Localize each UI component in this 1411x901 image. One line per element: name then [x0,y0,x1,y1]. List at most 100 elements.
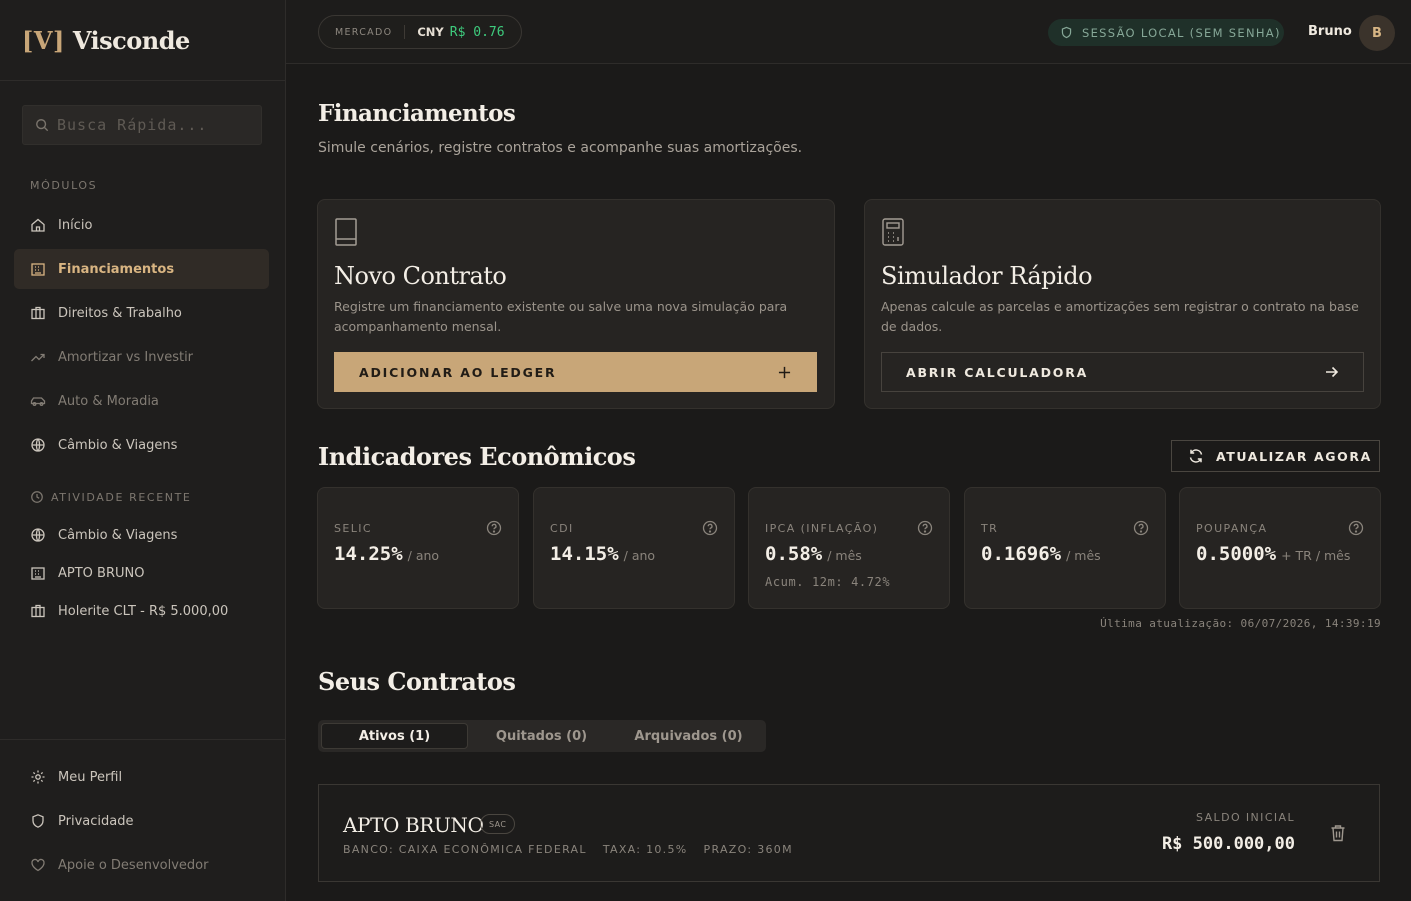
contracts-tabs: Ativos (1) Quitados (0) Arquivados (0) [318,720,766,752]
quick-simulator-desc: Apenas calcule as parcelas e amortizaçõe… [881,299,1359,334]
brand[interactable]: [V] Visconde [0,0,285,81]
sidebar-item-label: Amortizar vs Investir [58,349,194,365]
sidebar-item-perfil[interactable]: Meu Perfil [14,757,269,797]
bank-icon [30,261,46,277]
indicator-extra: Acum. 12m: 4.72% [765,575,891,589]
add-to-ledger-label: ADICIONAR AO LEDGER [359,364,557,380]
tab-ativos[interactable]: Ativos (1) [321,723,468,749]
indicator-card-poupanca: POUPANÇA 0.5000% + TR / mês [1179,487,1381,609]
refresh-now-button[interactable]: ATUALIZAR AGORA [1171,440,1380,472]
search-input[interactable] [57,116,247,134]
help-icon[interactable] [702,520,718,536]
market-ticker: MERCADO CNY R$ 0.76 [318,15,522,49]
arrow-right-icon [1325,366,1339,378]
recent-item-holerite[interactable]: Holerite CLT - R$ 5.000,00 [14,591,269,631]
shield-icon [1060,26,1073,39]
recent-item-cambio[interactable]: Câmbio & Viagens [14,515,269,555]
recent-activity-text: ATIVIDADE RECENTE [51,490,192,504]
market-label: MERCADO [335,26,393,38]
shield-icon [30,813,46,829]
topbar: MERCADO CNY R$ 0.76 SESSÃO LOCAL (SEM SE… [286,0,1411,64]
contracts-title: Seus Contratos [318,667,516,696]
recent-item-apto[interactable]: APTO BRUNO [14,553,269,593]
sidebar-item-label: Financiamentos [58,261,175,277]
help-icon[interactable] [917,520,933,536]
indicator-card-tr: TR 0.1696% / mês [964,487,1166,609]
sidebar-item-cambio[interactable]: Câmbio & Viagens [14,425,269,465]
indicator-unit: / mês [1066,548,1101,563]
sidebar-item-label: Auto & Moradia [58,393,159,409]
new-contract-card: Novo Contrato Registre um financiamento … [317,199,835,409]
recent-activity-label: ATIVIDADE RECENTE [30,490,191,504]
market-rate: R$ 0.76 [449,24,505,40]
recent-item-label: APTO BRUNO [58,565,145,581]
heart-icon [30,857,46,873]
balance-value: R$ 500.000,00 [1161,834,1295,854]
contract-meta: BANCO: CAIXA ECONÔMICA FEDERAL TAXA: 10.… [343,843,793,856]
balance-label: SALDO INICIAL [1196,811,1295,824]
sidebar-item-amortizar[interactable]: Amortizar vs Investir [14,337,269,377]
trash-icon[interactable] [1330,824,1346,842]
indicator-name: POUPANÇA [1196,522,1268,535]
avatar[interactable]: B [1359,15,1395,51]
modules-label: MÓDULOS [30,179,98,192]
sidebar-item-label: Direitos & Trabalho [58,305,182,321]
help-icon[interactable] [1133,520,1149,536]
indicator-unit: / mês [827,548,862,563]
clock-icon [30,490,44,504]
recent-item-label: Câmbio & Viagens [58,527,178,543]
sidebar-item-apoie[interactable]: Apoie o Desenvolvedor [14,845,269,885]
sidebar-footer: Meu Perfil Privacidade Apoie o Desenvolv… [0,739,286,901]
indicator-value: 0.1696% [981,543,1062,565]
page-title: Financiamentos [318,100,516,127]
sidebar-item-label: Meu Perfil [58,769,123,785]
refresh-icon [1188,448,1204,464]
sidebar-item-auto[interactable]: Auto & Moradia [14,381,269,421]
refresh-now-label: ATUALIZAR AGORA [1216,448,1372,464]
add-to-ledger-button[interactable]: ADICIONAR AO LEDGER [334,352,817,392]
indicator-unit: + TR / mês [1281,548,1351,563]
help-icon[interactable] [486,520,502,536]
page-subtitle: Simule cenários, registre contratos e ac… [318,140,803,156]
tab-quitados[interactable]: Quitados (0) [468,723,615,749]
market-divider [404,25,406,39]
sidebar: [V] Visconde MÓDULOS Início Financiament… [0,0,286,901]
briefcase-icon [30,305,46,321]
session-badge: SESSÃO LOCAL (SEM SENHA) [1048,19,1284,46]
indicator-value: 0.58% [765,543,823,565]
sidebar-item-inicio[interactable]: Início [14,205,269,245]
open-calculator-label: ABRIR CALCULADORA [906,364,1089,380]
session-text: SESSÃO LOCAL (SEM SENHA) [1082,25,1281,40]
contract-rate: TAXA: 10.5% [602,843,688,856]
sidebar-item-label: Câmbio & Viagens [58,437,178,453]
contract-row[interactable]: APTO BRUNO SAC BANCO: CAIXA ECONÔMICA FE… [318,784,1380,882]
quick-simulator-card: Simulador Rápido Apenas calcule as parce… [864,199,1381,409]
sidebar-item-direitos[interactable]: Direitos & Trabalho [14,293,269,333]
sidebar-item-financiamentos[interactable]: Financiamentos [14,249,269,289]
user-name[interactable]: Bruno [1308,24,1352,39]
briefcase-icon [30,603,46,619]
contract-bank: BANCO: CAIXA ECONÔMICA FEDERAL [343,843,587,856]
globe-icon [30,437,46,453]
last-update: Última atualização: 06/07/2026, 14:39:19 [1100,617,1381,630]
bank-icon [30,565,46,581]
indicator-card-selic: SELIC 14.25% / ano [317,487,519,609]
sidebar-item-label: Início [58,217,93,233]
indicator-name: TR [981,522,999,535]
contract-term: PRAZO: 360M [703,843,793,856]
indicator-card-ipca: IPCA (INFLAÇÃO) 0.58% / mês Acum. 12m: 4.… [748,487,950,609]
sidebar-item-privacidade[interactable]: Privacidade [14,801,269,841]
recent-item-label: Holerite CLT - R$ 5.000,00 [58,603,229,619]
tab-arquivados[interactable]: Arquivados (0) [615,723,762,749]
search-box[interactable] [22,105,262,145]
open-calculator-button[interactable]: ABRIR CALCULADORA [881,352,1364,392]
sidebar-item-label: Apoie o Desenvolvedor [58,857,209,873]
plus-icon [778,366,791,379]
indicator-name: SELIC [334,522,372,535]
help-icon[interactable] [1348,520,1364,536]
indicator-unit: / ano [407,548,440,563]
book-icon [334,217,358,247]
indicator-unit: / ano [623,548,656,563]
calculator-icon [881,217,905,247]
indicator-value: 0.5000% [1196,543,1277,565]
